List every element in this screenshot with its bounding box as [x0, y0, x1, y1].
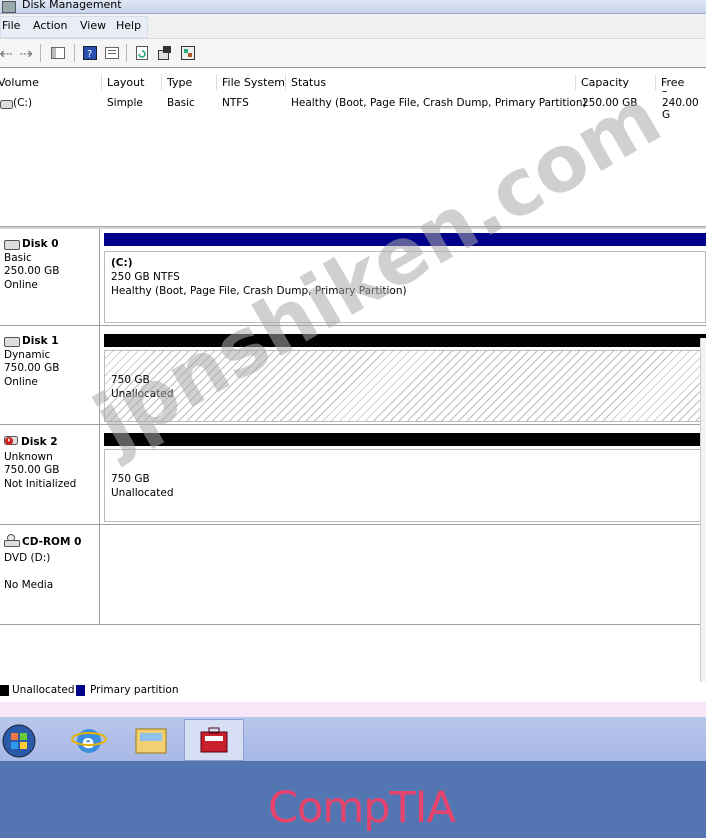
disk-size: 750.00 GB: [4, 464, 60, 476]
file-explorer-icon[interactable]: [128, 719, 174, 759]
disk-kind: Unknown: [4, 450, 53, 463]
toolbar-separator: [74, 44, 75, 62]
brand-logo: CompTIA: [268, 783, 456, 833]
menu-help[interactable]: Help: [116, 19, 141, 32]
disk-0-info[interactable]: Disk 0 Basic 250.00 GB Online: [0, 229, 100, 326]
cdrom-icon: [4, 534, 20, 552]
cdrom-0-info[interactable]: CD-ROM 0 DVD (D:) No Media: [0, 525, 100, 625]
disk-state: No Media: [4, 579, 54, 591]
col-file-system[interactable]: File System: [222, 76, 285, 89]
cell-layout: Simple: [107, 97, 143, 109]
disk-state: Online: [4, 278, 38, 291]
disk-name: Disk 1: [22, 335, 59, 347]
window-title: Disk Management: [22, 0, 122, 11]
column-separator[interactable]: [575, 74, 576, 90]
scrollbar[interactable]: [700, 338, 706, 700]
legend-primary-swatch: [76, 685, 85, 696]
properties-icon[interactable]: [104, 45, 120, 61]
disk-kind: DVD (D:): [4, 551, 51, 564]
col-layout[interactable]: Layout: [107, 76, 144, 89]
col-type[interactable]: Type: [167, 76, 192, 89]
help-icon[interactable]: ?: [82, 45, 98, 61]
unallocated-bar: [104, 433, 706, 446]
menu-file[interactable]: File: [2, 19, 20, 32]
column-separator[interactable]: [161, 74, 162, 90]
status-strip: [0, 702, 706, 717]
disk-kind: Dynamic: [4, 348, 51, 361]
disk-1-info[interactable]: Disk 1 Dynamic 750.00 GB Online: [0, 326, 100, 425]
legend-primary-label: Primary partition: [90, 684, 179, 696]
unallocated-block[interactable]: 750 GB Unallocated: [104, 449, 706, 522]
title-bar: Disk Management: [0, 0, 706, 14]
internet-explorer-icon[interactable]: e: [66, 719, 112, 759]
svg-text:e: e: [82, 732, 94, 753]
toolbar-separator: [126, 44, 127, 62]
col-volume[interactable]: Volume: [0, 76, 39, 89]
disk-size: 250.00 GB: [4, 265, 60, 277]
disk-name: Disk 0: [22, 238, 59, 250]
column-separator[interactable]: [216, 74, 217, 90]
disk-name: Disk 2: [21, 435, 58, 448]
cell-free-space: 240.00 G: [662, 97, 699, 121]
column-separator[interactable]: [101, 74, 102, 90]
taskbar: e: [0, 717, 706, 761]
back-icon[interactable]: ⇠: [0, 44, 14, 63]
menu-action[interactable]: Action: [33, 19, 67, 32]
console-tree-icon[interactable]: [50, 45, 66, 61]
cell-status: Healthy (Boot, Page File, Crash Dump, Pr…: [291, 97, 587, 109]
legend-unallocated-swatch: [0, 685, 9, 696]
cell-file-system: NTFS: [222, 97, 249, 109]
unallocated-label: Unallocated: [111, 487, 174, 499]
column-separator[interactable]: [655, 74, 656, 90]
legend-unallocated-label: Unallocated: [12, 684, 75, 696]
disk-kind: Basic: [4, 251, 32, 264]
column-separator[interactable]: [285, 74, 286, 90]
disk-2-volumes: 750 GB Unallocated: [100, 425, 706, 525]
disk-management-icon: [2, 1, 16, 13]
legend: Unallocated Primary partition: [0, 682, 706, 702]
menu-view[interactable]: View: [80, 19, 106, 32]
disk-icon: [4, 336, 20, 347]
refresh-icon[interactable]: [134, 45, 150, 61]
disk-management-taskbar-button[interactable]: [184, 719, 244, 761]
cell-volume: (C:): [13, 97, 33, 109]
volume-icon: [0, 99, 13, 112]
disk-warning-icon: [4, 434, 19, 451]
menu-bar: File Action View Help: [0, 14, 706, 39]
svg-text:?: ?: [87, 49, 92, 60]
settings-icon[interactable]: [180, 45, 196, 61]
forward-icon[interactable]: ⇢: [18, 44, 34, 63]
toolbar: ⇠ ⇢ ?: [0, 39, 706, 68]
disk-2-info[interactable]: Disk 2 Unknown 750.00 GB Not Initialized: [0, 425, 100, 525]
disk-name: CD-ROM 0: [22, 536, 82, 548]
cdrom-0-panel: [100, 525, 706, 625]
disk-state: Not Initialized: [4, 477, 77, 490]
toolbar-separator: [40, 44, 41, 62]
rescan-disks-icon[interactable]: [157, 45, 173, 61]
disk-size: 750.00 GB: [4, 362, 60, 374]
unallocated-size: 750 GB: [111, 473, 150, 485]
disk-icon: [4, 239, 20, 250]
col-status[interactable]: Status: [291, 76, 326, 89]
start-button[interactable]: [0, 719, 40, 759]
cell-type: Basic: [167, 97, 195, 109]
